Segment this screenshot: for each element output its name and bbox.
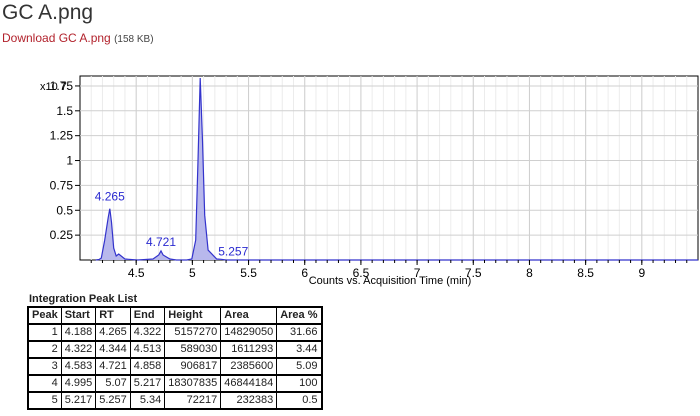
x-tick-label: 4.5: [128, 266, 145, 280]
page-title: GC A.png: [2, 1, 94, 24]
y-tick-label: 1.25: [50, 129, 74, 143]
table-cell: 2: [27, 340, 62, 359]
table-cell: 5: [27, 391, 62, 410]
y-tick-label: 0.5: [56, 203, 73, 217]
table-cell: 4.322: [129, 323, 166, 342]
integration-peak-table: Peak Start RT End Height Area Area % 1 4.188 4.2…: [27, 306, 323, 410]
column-header: Height: [164, 306, 222, 325]
x-tick-label: 9: [638, 266, 645, 280]
table-cell: 906817: [164, 357, 222, 376]
table-cell: 4.188: [60, 323, 97, 342]
table-row: 3 4.583 4.721 4.858 906817 2385600 5.09: [27, 357, 322, 376]
table-cell: 5.257: [95, 391, 131, 410]
table-cell: 1: [27, 323, 62, 342]
table-cell: 0.5: [276, 391, 322, 410]
peak-label: 4.265: [95, 190, 125, 204]
column-header: Start: [60, 306, 97, 325]
table-cell: 31.66: [276, 323, 322, 342]
y-tick-label: 0.75: [50, 178, 74, 192]
table-cell: 14829050: [220, 323, 278, 342]
table-cell: 72217: [164, 391, 222, 410]
y-exponent-label: x10 7: [40, 81, 67, 93]
table-cell: 18307835: [164, 374, 222, 393]
plot-frame: [79, 75, 699, 261]
table-cell: 4.995: [60, 374, 97, 393]
table-cell: 4: [27, 374, 62, 393]
table-cell: 4.858: [129, 357, 166, 376]
table-cell: 1611293: [220, 340, 278, 359]
table-cell: 589030: [164, 340, 222, 359]
table-cell: 4.583: [60, 357, 97, 376]
table-cell: 3: [27, 357, 62, 376]
file-size: (158 KB): [114, 34, 154, 45]
y-tick-label: 0.25: [50, 228, 74, 242]
table-body: 1 4.188 4.265 4.322 5157270 14829050 31.66 2 4.3…: [27, 323, 322, 410]
x-axis-title: Counts vs. Acquisition Time (min): [309, 275, 472, 287]
table-cell: 5.34: [129, 391, 166, 410]
column-header: Area: [220, 306, 278, 325]
table-cell: 5.217: [60, 391, 97, 410]
table-header-row: Peak Start RT End Height Area Area %: [27, 306, 322, 325]
table-cell: 5.217: [129, 374, 166, 393]
table-cell: 2385600: [220, 357, 278, 376]
column-header: End: [129, 306, 166, 325]
table-row: 4 4.995 5.07 5.217 18307835 46844184 100: [27, 374, 322, 393]
x-tick-label: 6: [301, 266, 308, 280]
column-header: Area %: [276, 306, 322, 325]
table-cell: 5.09: [276, 357, 322, 376]
x-tick-label: 5: [189, 266, 196, 280]
y-tick-label: 1: [66, 154, 73, 168]
table-cell: 4.265: [95, 323, 131, 342]
table-cell: 4.322: [60, 340, 97, 359]
column-header: RT: [95, 306, 131, 325]
table-cell: 100: [276, 374, 322, 393]
table-cell: 4.721: [95, 357, 131, 376]
peak-label: 5.257: [218, 244, 248, 258]
table-title: Integration Peak List: [29, 293, 138, 305]
x-tick-label: 8: [526, 266, 533, 280]
table-cell: 5157270: [164, 323, 222, 342]
y-tick-label: 1.5: [56, 104, 73, 118]
table-cell: 4.513: [129, 340, 166, 359]
download-row: Download GC A.png (158 KB): [2, 31, 154, 47]
table-cell: 4.344: [95, 340, 131, 359]
table-row: 2 4.322 4.344 4.513 589030 1611293 3.44: [27, 340, 322, 359]
x-tick-label: 5.5: [240, 266, 257, 280]
table-row: 5 5.217 5.257 5.34 72217 232383 0.5: [27, 391, 322, 410]
table-cell: 3.44: [276, 340, 322, 359]
table-row: 1 4.188 4.265 4.322 5157270 14829050 31.66: [27, 323, 322, 342]
peak-label: 5.070: [185, 74, 215, 77]
table-cell: 5.07: [95, 374, 131, 393]
column-header: Peak: [27, 306, 62, 325]
peak-label: 4.721: [146, 235, 176, 249]
table-cell: 46844184: [220, 374, 278, 393]
grid-layer: [79, 75, 699, 261]
table-cell: 232383: [220, 391, 278, 410]
download-link[interactable]: Download GC A.png: [2, 31, 111, 45]
x-tick-label: 8.5: [577, 266, 594, 280]
chromatogram-chart: 4.5 5 5.5 6 6.5 7 7.5 8 8.5 91.751.51.2510.750.50…: [40, 74, 699, 287]
